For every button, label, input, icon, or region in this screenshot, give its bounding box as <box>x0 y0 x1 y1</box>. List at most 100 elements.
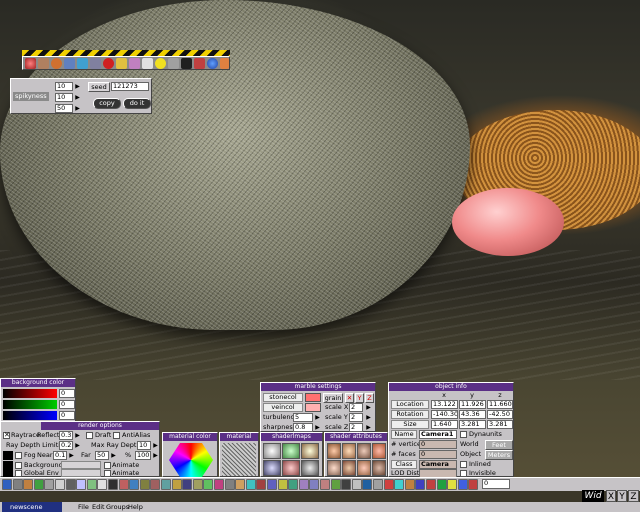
y-axis-button[interactable]: Y <box>617 490 627 502</box>
tool-sun-icon[interactable] <box>447 479 458 490</box>
inlined-checkbox[interactable] <box>460 461 467 468</box>
seed-button[interactable]: seed <box>88 82 110 92</box>
background-color-swatch[interactable] <box>3 461 13 477</box>
antialias-checkbox[interactable] <box>113 432 120 439</box>
fog-checkbox[interactable] <box>15 452 22 459</box>
tool-refresh-icon[interactable] <box>2 479 12 490</box>
frame-input[interactable]: 0 <box>482 479 510 489</box>
z-axis-icon[interactable]: Z <box>365 393 374 403</box>
z-axis-button[interactable]: Z <box>628 490 639 502</box>
spikyness-value-1[interactable]: 10 <box>55 82 73 91</box>
percent-input[interactable]: 100 <box>135 451 151 460</box>
raydepth-arrow[interactable]: ▶ <box>74 441 81 450</box>
tool-film-icon[interactable] <box>341 479 352 490</box>
feet-button[interactable]: Feet <box>485 440 513 450</box>
newscene-tab[interactable]: newscene <box>2 502 62 512</box>
spikyness-arrow-3[interactable]: ▶ <box>74 104 81 113</box>
tool-play-icon[interactable] <box>394 479 405 490</box>
scissors-icon[interactable] <box>168 58 179 69</box>
tool-wire-icon[interactable] <box>76 479 87 490</box>
spikyness-arrow-2[interactable]: ▶ <box>74 93 81 102</box>
tool-move-icon[interactable] <box>23 479 34 490</box>
stonecol-swatch[interactable] <box>305 393 321 402</box>
sphere-icon[interactable] <box>25 58 36 69</box>
scalex-arrow[interactable]: ▶ <box>365 403 372 412</box>
invisible-checkbox[interactable] <box>460 470 467 477</box>
pink-ball-object[interactable] <box>452 188 564 256</box>
shader-tile-3[interactable] <box>301 443 319 459</box>
pyramid-icon[interactable] <box>64 58 75 69</box>
tool-cursor-icon[interactable] <box>44 479 55 490</box>
spikyness-value-3[interactable]: 50 <box>55 104 73 113</box>
attr-tile-7[interactable] <box>357 460 371 476</box>
shader-tile-4[interactable] <box>263 460 281 476</box>
background-checkbox[interactable] <box>15 462 22 469</box>
size-x[interactable]: 1.640 <box>431 420 458 429</box>
red-value[interactable]: 0 <box>59 389 75 398</box>
far-input[interactable]: 50 <box>95 451 109 460</box>
tool-extrude-icon[interactable] <box>171 479 182 490</box>
near-input[interactable]: 0.1 <box>53 451 67 460</box>
tool-layer-icon[interactable] <box>129 479 140 490</box>
brush-icon[interactable] <box>220 58 229 69</box>
maxray-input[interactable]: 10 <box>137 441 151 450</box>
attr-tile-3[interactable] <box>357 443 371 459</box>
draft-checkbox[interactable] <box>86 432 93 439</box>
sky-icon[interactable] <box>77 58 88 69</box>
raydepth-input[interactable]: 0.2 <box>59 441 73 450</box>
stop-icon[interactable] <box>103 58 114 69</box>
tool-select-icon[interactable] <box>55 479 65 490</box>
tool-bone-icon[interactable] <box>139 479 150 490</box>
tool-net-icon[interactable] <box>468 479 479 490</box>
background-image-field[interactable] <box>61 461 101 469</box>
rotation-x[interactable]: -140.30 <box>431 410 458 419</box>
fog-color-swatch[interactable] <box>3 451 13 460</box>
tool-leaf-icon[interactable] <box>330 479 341 490</box>
y-axis-icon[interactable]: Y <box>355 393 364 403</box>
tool-grid2-icon[interactable] <box>267 479 277 490</box>
red-slider[interactable] <box>3 389 57 398</box>
material-preview[interactable] <box>222 443 256 476</box>
shader-tile-1[interactable] <box>263 443 281 459</box>
tool-prev-icon[interactable] <box>415 479 426 490</box>
menu-help[interactable]: Help <box>128 502 143 512</box>
tool-loop-icon[interactable] <box>436 479 447 490</box>
size-z[interactable]: 3.281 <box>487 420 513 429</box>
animate-checkbox-1[interactable] <box>104 462 111 469</box>
attr-tile-1[interactable] <box>327 443 341 459</box>
seed-input[interactable]: 121273 <box>111 82 149 91</box>
meters-button[interactable]: Meters <box>485 450 513 460</box>
green-value[interactable]: 0 <box>59 400 75 409</box>
reflect-arrow[interactable]: ▶ <box>74 431 81 440</box>
turbulence-arrow[interactable]: ▶ <box>314 413 321 422</box>
gear-icon[interactable] <box>90 58 101 69</box>
tool-group-icon[interactable] <box>298 479 309 490</box>
tool-ff-icon[interactable] <box>404 479 415 490</box>
shader-tile-2[interactable] <box>282 443 300 459</box>
spikyness-arrow-1[interactable]: ▶ <box>74 82 81 91</box>
rotation-z[interactable]: -42.50 <box>487 410 513 419</box>
spiral-icon[interactable] <box>129 58 140 69</box>
scalez-input[interactable]: 2 <box>349 423 363 432</box>
shader-tile-5[interactable] <box>282 460 300 476</box>
tool-dots-icon[interactable] <box>351 479 362 490</box>
tool-paper-icon[interactable] <box>97 479 108 490</box>
menu-edit[interactable]: Edit <box>92 502 105 512</box>
reflect-input[interactable]: 0.3 <box>59 431 73 440</box>
color-hexagon-picker[interactable] <box>169 443 213 477</box>
scaley-input[interactable]: 2 <box>349 413 363 422</box>
far-arrow[interactable]: ▶ <box>110 451 117 460</box>
animate-checkbox-2[interactable] <box>104 470 111 477</box>
tool-link-icon[interactable] <box>288 479 299 490</box>
location-y[interactable]: 11.926 <box>459 400 486 409</box>
scaley-arrow[interactable]: ▶ <box>365 413 372 422</box>
tool-sphere-icon[interactable] <box>12 479 23 490</box>
tool-bevel-icon[interactable] <box>256 479 267 490</box>
tool-pen-icon[interactable] <box>65 479 76 490</box>
menu-groups[interactable]: Groups <box>106 502 129 512</box>
scalex-input[interactable]: 2 <box>349 403 363 412</box>
tool-deform-icon[interactable] <box>192 479 203 490</box>
tool-cam-icon[interactable] <box>108 479 118 490</box>
dynaunits-checkbox[interactable] <box>460 431 467 438</box>
sharpness-input[interactable]: 0.8 <box>293 423 313 432</box>
